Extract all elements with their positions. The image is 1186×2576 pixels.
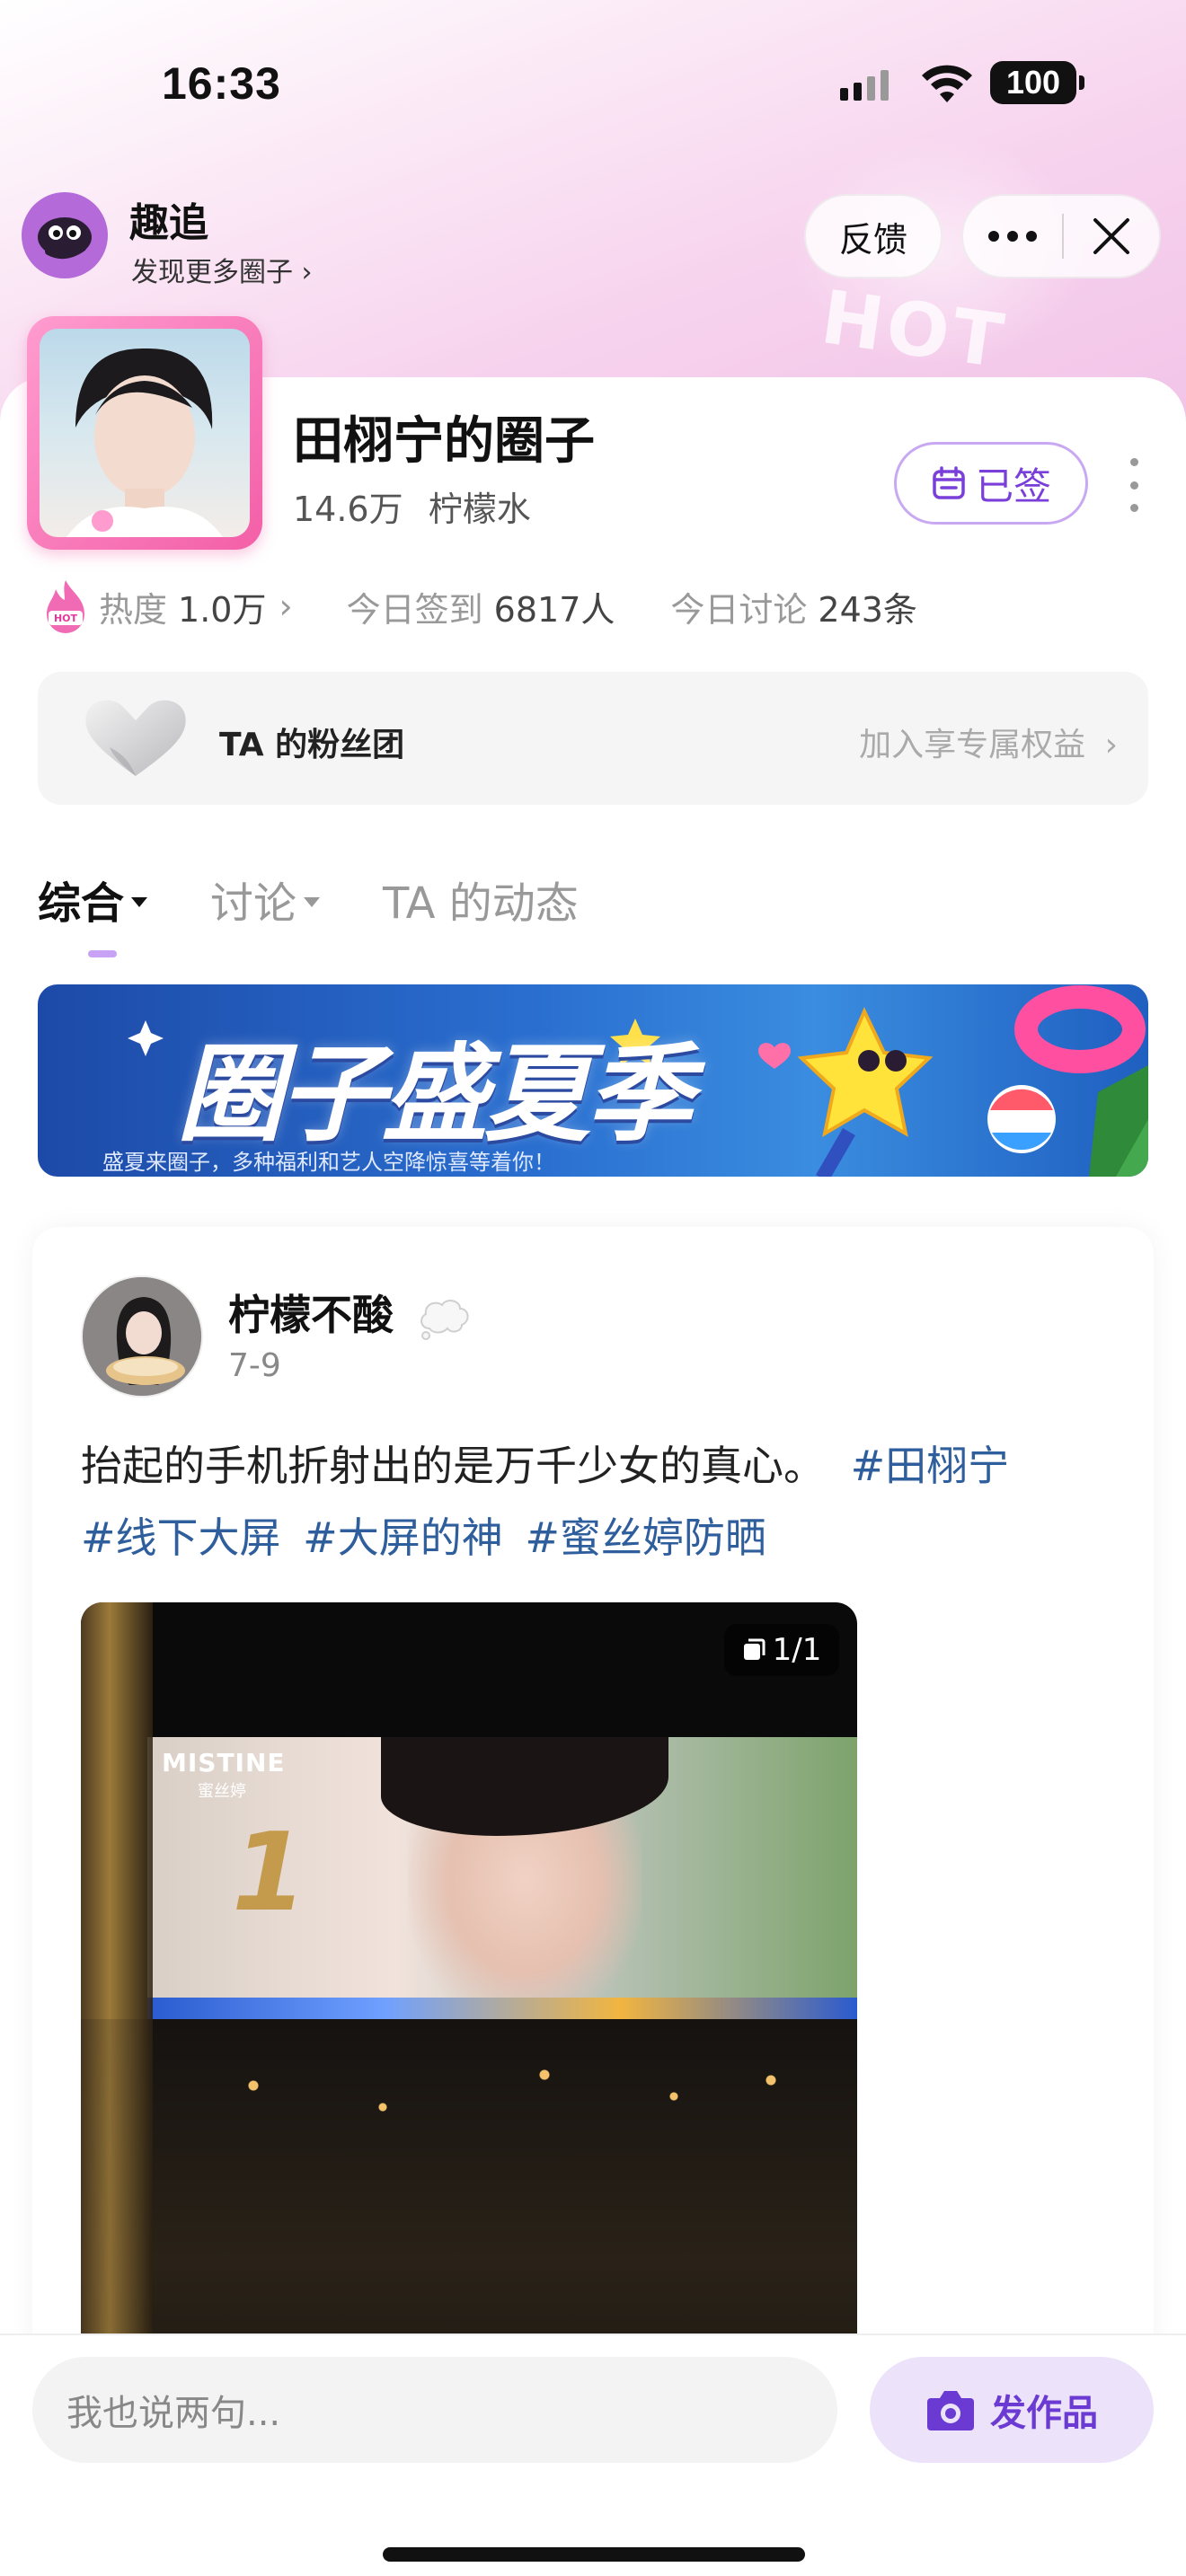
chevron-right-icon: › (279, 587, 293, 626)
fan-club-join[interactable]: 加入享专属权益 › (859, 719, 1118, 765)
heat-stat[interactable]: HOT 热度 1.0万 › (43, 578, 293, 634)
circle-avatar[interactable] (27, 316, 262, 550)
post-work-button[interactable]: 发作品 (870, 2357, 1154, 2463)
hashtag[interactable]: #蜜丝婷防晒 (525, 1513, 766, 1562)
tab-discussion[interactable]: 讨论 (210, 868, 321, 931)
status-bar: 16:33 100 (0, 54, 1186, 117)
content-tabs: 综合 讨论 TA 的动态 (38, 868, 579, 931)
hot-flame-icon: HOT (47, 580, 84, 633)
hashtag[interactable]: #田栩宁 (851, 1442, 1010, 1490)
chevron-right-icon: › (1104, 727, 1118, 763)
image-counter-badge: 1/1 (724, 1624, 839, 1676)
circle-stats: HOT 热度 1.0万 › 今日签到 6817人 今日讨论 243条 (43, 575, 917, 638)
mini-program-capsule (961, 194, 1161, 278)
person-portrait (66, 348, 223, 537)
signed-label: 已签 (975, 463, 1051, 508)
chevron-right-icon: › (301, 257, 313, 288)
active-tab-indicator (88, 950, 117, 957)
bottom-action-bar: 我也说两句... 发作品 (0, 2333, 1186, 2576)
summer-banner[interactable]: 圈子盛夏季 盛夏来圈子，多种福利和艺人空降惊喜等着你！ (38, 984, 1148, 1177)
member-count: 14.6万 (293, 490, 403, 529)
app-name: 趣追 (129, 200, 208, 246)
fan-name: 柠檬水 (428, 490, 531, 529)
caret-down-icon (131, 896, 148, 907)
circle-more-icon[interactable] (1125, 458, 1143, 512)
post-work-label: 发作品 (990, 2393, 1098, 2434)
more-button[interactable] (963, 196, 1062, 277)
post-date: 7-9 (228, 1347, 281, 1384)
image-led-strip (147, 1998, 857, 2019)
calendar-icon (933, 466, 965, 499)
image-counter: 1/1 (772, 1632, 822, 1668)
author-photo (83, 1277, 201, 1396)
gallery-icon (743, 1638, 766, 1660)
caret-down-icon (304, 896, 321, 907)
avatar-photo (40, 329, 250, 537)
post-body: 抬起的手机折射出的是万千少女的真心。 (81, 1442, 825, 1490)
author-name[interactable]: 柠檬不酸 (228, 1283, 473, 1342)
discover-more-label: 发现更多圈子 (131, 257, 293, 288)
signed-in-button[interactable]: 已签 (894, 442, 1088, 525)
checkin-label: 今日签到 (346, 589, 483, 630)
close-button[interactable] (1064, 196, 1159, 277)
comment-input[interactable]: 我也说两句... (32, 2357, 837, 2463)
more-dots-icon (988, 231, 1037, 242)
home-indicator (383, 2547, 805, 2562)
tab-general-label: 综合 (38, 878, 125, 929)
thought-bubble-icon (420, 1299, 469, 1340)
author-name-text: 柠檬不酸 (228, 1291, 394, 1339)
banner-subtitle: 盛夏来圈子，多种福利和艺人空降惊喜等着你！ (102, 1150, 555, 1175)
cellular-signal-icon (840, 70, 889, 101)
fan-club-bar[interactable]: TA 的粉丝团 加入享专属权益 › (38, 672, 1148, 805)
close-icon (1093, 218, 1129, 254)
battery-icon: 100 (990, 61, 1084, 104)
status-time: 16:33 (162, 58, 281, 109)
app-logo[interactable] (22, 192, 108, 278)
heat-value: 1.0万 (178, 589, 267, 630)
discussion-label: 今日讨论 (670, 589, 808, 630)
billboard-number: 1 (232, 1811, 307, 1936)
author-avatar[interactable] (81, 1275, 203, 1398)
checkin-value: 6817人 (493, 589, 615, 630)
mascot-icon (38, 217, 92, 260)
discover-more-link[interactable]: 发现更多圈子 › (131, 250, 313, 289)
hashtag[interactable]: #线下大屏 (81, 1513, 281, 1562)
banner-title: 圈子盛夏季 (177, 1032, 693, 1156)
discussion-value: 243条 (818, 589, 917, 630)
image-lights (189, 2042, 836, 2150)
billboard-brand: MISTINE (162, 1748, 286, 1778)
camera-icon (927, 2391, 974, 2430)
heat-label: 热度 (99, 589, 168, 630)
tab-discussion-label: 讨论 (210, 878, 297, 929)
wifi-icon (922, 65, 972, 102)
discussion-stat: 今日讨论 243条 (670, 582, 917, 631)
fan-club-action: 加入享专属权益 (859, 727, 1086, 763)
fan-club-label: TA 的粉丝团 (219, 727, 405, 763)
svg-text:HOT: HOT (54, 613, 78, 624)
tab-ta-updates[interactable]: TA 的动态 (383, 868, 579, 931)
hashtag[interactable]: #大屏的神 (303, 1513, 503, 1562)
circle-title: 田栩宁的圈子 (293, 412, 595, 471)
heart-badge-icon (85, 700, 186, 776)
post-text: 抬起的手机折射出的是万千少女的真心。 #田栩宁 #线下大屏 #大屏的神 #蜜丝婷… (81, 1430, 1114, 1574)
tab-ta-updates-label: TA 的动态 (383, 878, 579, 929)
checkin-stat: 今日签到 6817人 (347, 582, 615, 631)
circle-subtitle: 14.6万 柠檬水 (293, 481, 531, 531)
feedback-button[interactable]: 反馈 (804, 194, 943, 278)
billboard-brand-cn: 蜜丝婷 (198, 1782, 246, 1801)
tab-general[interactable]: 综合 (38, 868, 148, 931)
